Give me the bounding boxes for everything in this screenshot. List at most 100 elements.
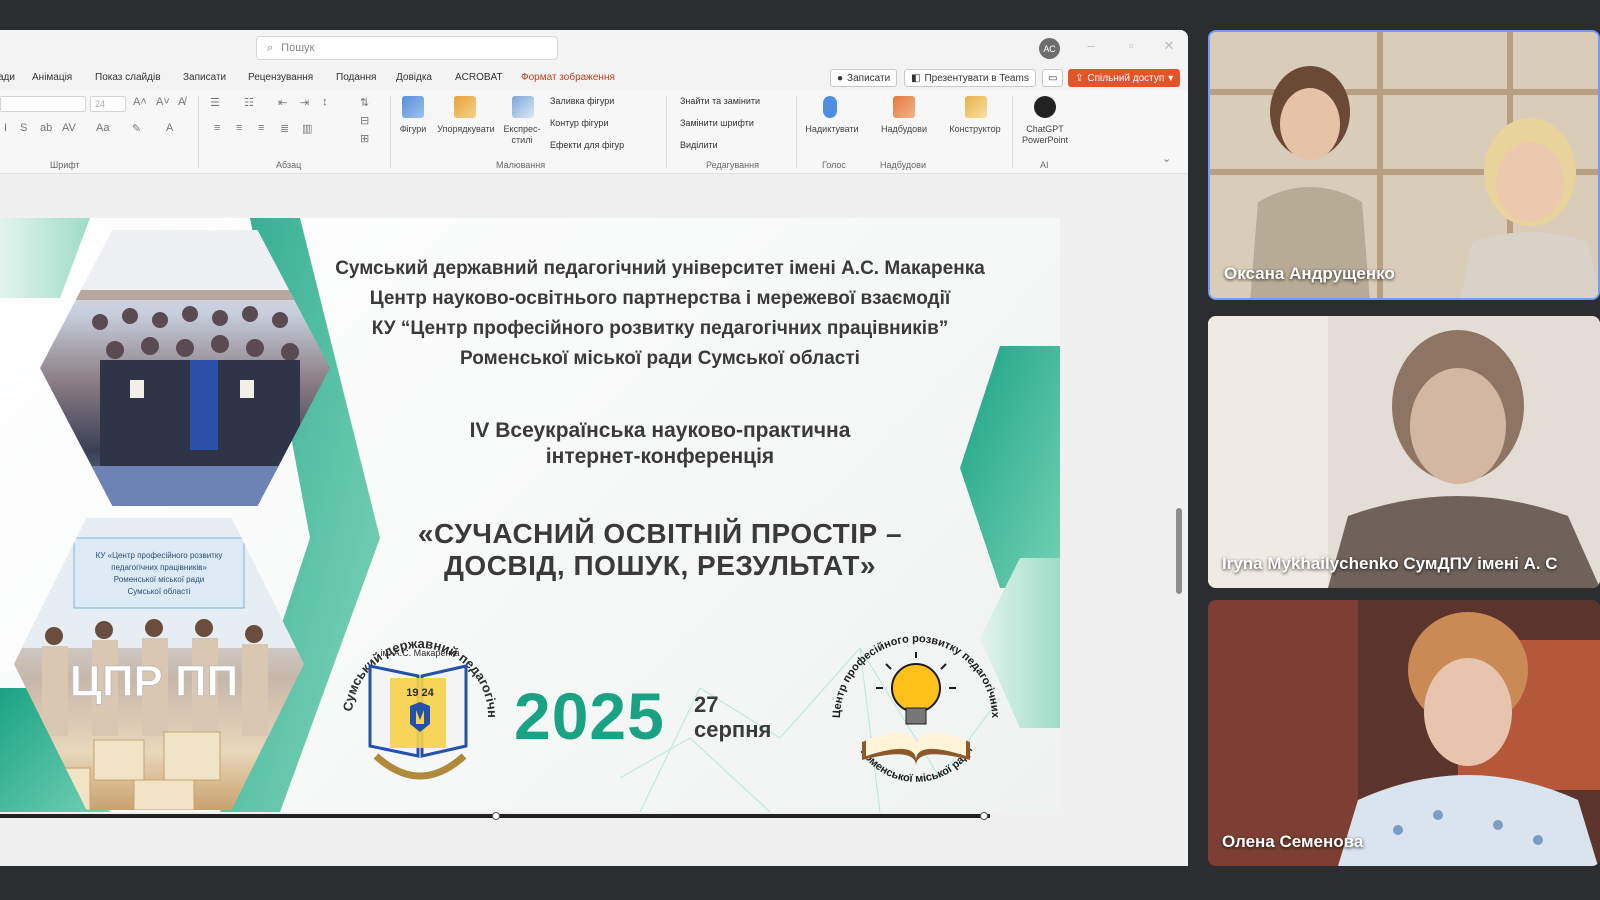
share-button[interactable]: ⇪ Спільний доступ ▾ — [1068, 69, 1181, 87]
designer-icon[interactable] — [965, 96, 987, 118]
title-line: ДОСВІД, ПОШУК, РЕЗУЛЬТАТ» — [443, 550, 877, 581]
close-icon[interactable]: ✕ — [1160, 38, 1178, 54]
participant-name: Iryna Mykhailychenko СумДПУ імені А. С — [1222, 554, 1558, 573]
tab-picture-format[interactable]: Формат зображення — [521, 72, 615, 83]
collapse-ribbon-icon[interactable]: ⌄ — [1162, 152, 1171, 165]
meeting-bottom-bar — [0, 866, 1600, 900]
slide[interactable]: КУ «Центр професійного розвитку педагогі… — [0, 218, 1060, 812]
restore-icon[interactable]: ▫ — [1122, 38, 1140, 53]
quick-styles-icon[interactable] — [512, 96, 534, 118]
header-line: Роменської міської ради Сумської області — [460, 348, 860, 369]
add-ins-icon[interactable] — [893, 96, 915, 118]
tab-record[interactable]: Записати — [183, 72, 226, 83]
record-icon: ● — [837, 72, 844, 84]
ribbon-tabs: ади Анімація Показ слайдів Записати Реце… — [0, 66, 1188, 90]
comments-button[interactable]: ▭ — [1042, 69, 1064, 87]
arrange-label: Упорядкувати — [437, 124, 495, 134]
columns-icon[interactable]: ▥ — [302, 122, 312, 135]
bullets-icon[interactable]: ☰ — [210, 96, 220, 109]
teams-icon: ◧ — [911, 72, 921, 84]
group-paragraph-label: Абзац — [276, 160, 302, 170]
slide-editor-area: КУ «Центр професійного розвитку педагогі… — [0, 174, 1188, 866]
banner-text: педагогічних працівників» — [111, 563, 207, 572]
search-box[interactable]: ⌕ Пошук — [256, 36, 558, 60]
indent-increase-icon[interactable]: ⇥ — [300, 96, 309, 109]
minimize-icon[interactable]: – — [1082, 38, 1100, 53]
indent-decrease-icon[interactable]: ⇤ — [278, 96, 287, 109]
banner-text: КУ «Центр професійного розвитку — [96, 551, 223, 560]
tab-help[interactable]: Довідка — [396, 72, 432, 83]
chatgpt-label: ChatGPT PowerPoint — [1021, 124, 1069, 145]
present-teams-button[interactable]: ◧ Презентувати в Teams — [904, 69, 1036, 87]
video-feed — [1208, 600, 1600, 866]
tab-animation[interactable]: Анімація — [32, 72, 72, 83]
smartart-icon[interactable]: ⊞ — [360, 132, 369, 145]
group-ai-label: AI — [1040, 160, 1049, 170]
line-spacing-icon[interactable]: ↕ — [322, 96, 328, 108]
ppt-title-bar: ⌕ Пошук АС – ▫ ✕ — [0, 30, 1188, 66]
font-color-icon[interactable]: A — [166, 122, 173, 134]
select-button[interactable]: Виділити — [680, 140, 718, 150]
shapes-icon[interactable] — [402, 96, 424, 118]
align-center-icon[interactable]: ≡ — [236, 122, 242, 134]
clear-format-icon[interactable]: A̸ — [178, 96, 185, 108]
tab-slideshow[interactable]: Показ слайдів — [95, 72, 161, 83]
avatar[interactable]: АС — [1039, 38, 1060, 59]
shape-outline-button[interactable]: Контур фігури — [550, 118, 608, 128]
align-text-icon[interactable]: ⊟ — [360, 114, 369, 127]
participant-tile[interactable]: Оксана Андрущенко — [1208, 30, 1600, 300]
highlight-icon[interactable]: ✎ — [132, 122, 141, 135]
replace-fonts-button[interactable]: Замінити шрифти — [680, 118, 754, 128]
text-direction-icon[interactable]: ⇅ — [360, 96, 369, 109]
participant-name: Оксана Андрущенко — [1224, 264, 1395, 283]
group-addins-label: Надбудови — [880, 160, 926, 170]
designer-label: Конструктор — [949, 124, 1001, 134]
scrollbar-thumb[interactable] — [1176, 508, 1182, 594]
strikethrough-icon[interactable]: ab — [40, 122, 52, 134]
conference-line: IV Всеукраїнська науково-практична — [469, 419, 851, 442]
arrange-icon[interactable] — [454, 96, 476, 118]
timeline-handle[interactable] — [492, 812, 500, 820]
change-case-icon[interactable]: Aa — [96, 122, 109, 134]
university-year: 19 24 — [406, 687, 434, 699]
timeline-handle[interactable] — [980, 812, 988, 820]
header-line: КУ “Центр професійного розвитку педагогі… — [371, 318, 949, 339]
font-name-box[interactable] — [0, 96, 86, 112]
italic-icon[interactable]: I — [4, 122, 7, 134]
cprpp-letters: ЦПР ПП — [70, 657, 239, 706]
participant-tile[interactable]: Iryna Mykhailychenko СумДПУ імені А. С — [1208, 316, 1600, 588]
tab-review[interactable]: Рецензування — [248, 72, 313, 83]
microphone-icon[interactable] — [823, 96, 837, 118]
align-left-icon[interactable]: ≡ — [214, 122, 220, 134]
tab-transitions[interactable]: ади — [0, 72, 15, 83]
record-button[interactable]: ● Записати — [830, 69, 898, 87]
participant-tile[interactable]: Олена Семенова — [1208, 600, 1600, 866]
conference-line: інтернет-конференція — [545, 445, 775, 468]
font-size-box[interactable]: 24 — [90, 96, 126, 112]
group-editing-label: Редагування — [706, 160, 759, 170]
title-line: «СУЧАСНИЙ ОСВІТНІЙ ПРОСТІР – — [417, 518, 903, 549]
tab-acrobat[interactable]: ACROBAT — [455, 72, 503, 83]
conference-month: серпня — [694, 717, 772, 742]
banner-text: Роменської міської ради — [114, 575, 204, 584]
meeting-top-bar — [0, 0, 1600, 28]
numbering-icon[interactable]: ☷ — [244, 96, 254, 109]
underline-icon[interactable]: S — [20, 122, 27, 134]
search-icon: ⌕ — [267, 41, 274, 54]
justify-icon[interactable]: ≣ — [280, 122, 289, 135]
char-spacing-icon[interactable]: AV — [62, 122, 76, 134]
shrink-font-icon[interactable]: A˅ — [156, 96, 170, 108]
vertical-scrollbar[interactable] — [1174, 198, 1184, 838]
ribbon-separator — [666, 96, 667, 168]
shape-effects-button[interactable]: Ефекти для фігур — [550, 140, 624, 150]
find-replace-button[interactable]: Знайти та замінити — [680, 96, 760, 106]
shape-fill-button[interactable]: Заливка фігури — [550, 96, 614, 106]
chatgpt-icon[interactable] — [1034, 96, 1056, 118]
university-subtitle: ім. А.С. Макаренка — [380, 648, 459, 658]
video-feed — [1210, 32, 1598, 298]
conference-title: IV Всеукраїнська науково-практична інтер… — [260, 418, 1060, 470]
align-right-icon[interactable]: ≡ — [258, 122, 264, 134]
tab-view[interactable]: Подання — [336, 72, 376, 83]
shapes-label: Фігури — [399, 124, 427, 134]
grow-font-icon[interactable]: A˄ — [133, 96, 147, 108]
